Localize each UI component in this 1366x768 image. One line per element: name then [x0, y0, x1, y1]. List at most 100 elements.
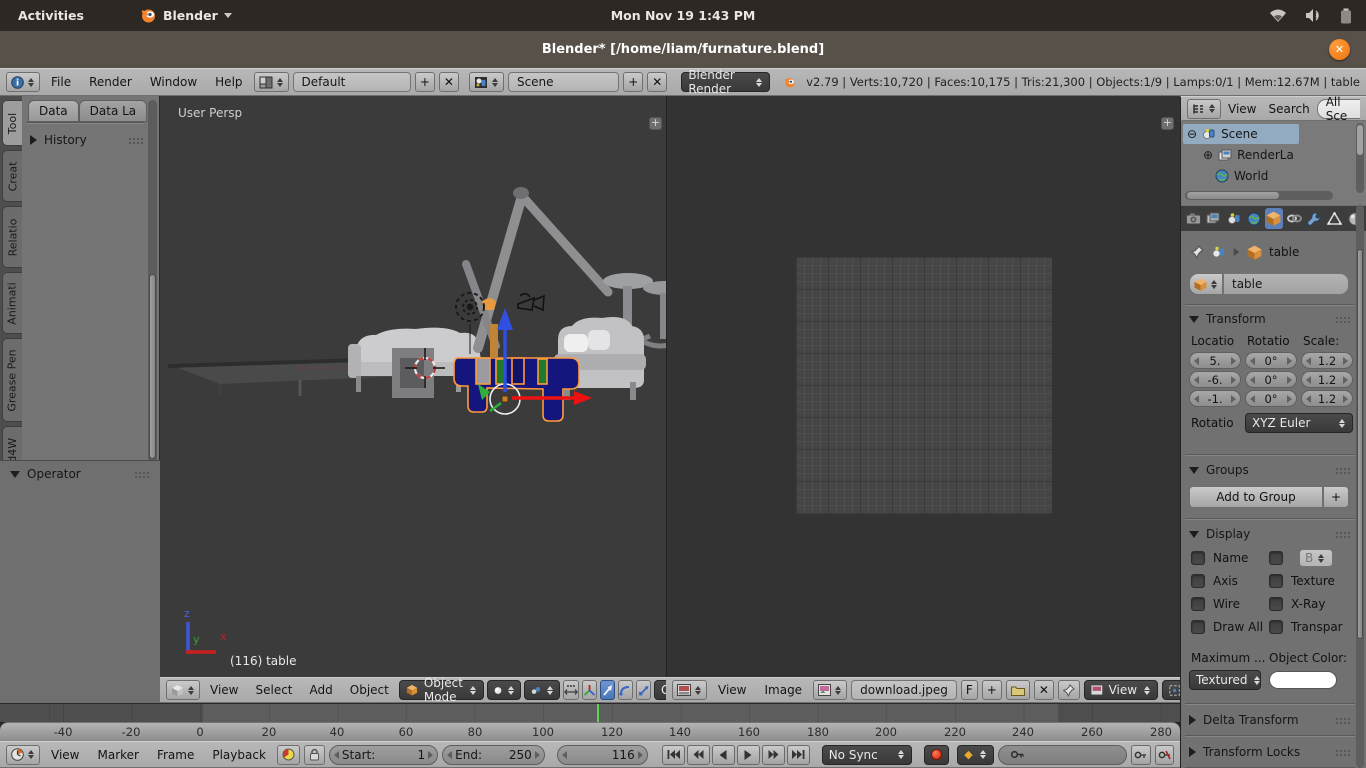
outliner-vscrollbar[interactable]	[1356, 123, 1364, 193]
checkbox-name-b[interactable]	[1269, 551, 1283, 565]
shelf-tab-relations[interactable]: Relatio	[2, 206, 22, 268]
menu-playback[interactable]: Playback	[205, 746, 273, 764]
manipulator-axes-button[interactable]	[582, 680, 597, 700]
checkbox-transparent[interactable]	[1269, 620, 1283, 634]
menu-view[interactable]: View	[203, 681, 245, 699]
play-button[interactable]	[737, 745, 760, 765]
tab-constraints[interactable]	[1285, 208, 1303, 229]
shelf-tab-grease-pencil[interactable]: Grease Pen	[2, 338, 22, 422]
insert-keyframe-button[interactable]	[1131, 745, 1150, 765]
lock-frame-range-button[interactable]	[304, 745, 325, 765]
panel-grip-icon[interactable]	[1335, 749, 1351, 756]
current-frame-field[interactable]: 116	[557, 745, 648, 765]
rotation-x[interactable]: 0°	[1245, 352, 1297, 369]
tab-world[interactable]	[1245, 208, 1263, 229]
next-keyframe-button[interactable]	[762, 745, 785, 765]
display-panel-header[interactable]: Display	[1189, 527, 1351, 541]
outliner-hscrollbar[interactable]	[1185, 191, 1333, 200]
menu-marker[interactable]: Marker	[90, 746, 145, 764]
location-z[interactable]: -1.	[1189, 390, 1241, 407]
operator-panel-header[interactable]: Operator	[10, 467, 150, 481]
tab-object-data[interactable]	[1326, 208, 1344, 229]
scene-browse-button[interactable]	[469, 72, 504, 92]
previous-keyframe-button[interactable]	[687, 745, 710, 765]
tab-data-la[interactable]: Data La	[79, 100, 148, 122]
screen-layout-delete-button[interactable]: ✕	[439, 72, 459, 92]
panel-grip-icon[interactable]	[134, 471, 150, 478]
menu-add[interactable]: Add	[303, 681, 340, 699]
shelf-tab-animation[interactable]: Animati	[2, 272, 22, 334]
collapse-toggle[interactable]: ⊖	[1187, 127, 1197, 141]
scale-z[interactable]: 1.2	[1301, 390, 1353, 407]
time-indicator-button[interactable]	[277, 745, 300, 765]
checkbox-axis[interactable]	[1191, 574, 1205, 588]
history-panel-header[interactable]: History	[30, 133, 144, 147]
delta-transform-header[interactable]: Delta Transform	[1189, 713, 1351, 727]
scene-delete-button[interactable]: ✕	[647, 72, 667, 92]
scale-y[interactable]: 1.2	[1301, 371, 1353, 388]
mode-select[interactable]: Object Mode	[399, 680, 484, 700]
object-id-button[interactable]	[1189, 273, 1223, 295]
rotation-mode-select[interactable]: XYZ Euler	[1245, 413, 1353, 433]
menu-view[interactable]: View	[1223, 100, 1261, 118]
scene-name-field[interactable]: Scene	[508, 72, 619, 92]
scene-breadcrumb-icon[interactable]	[1211, 245, 1226, 259]
location-x[interactable]: 5.	[1189, 352, 1241, 369]
close-button[interactable]: ✕	[1329, 39, 1350, 60]
menu-render[interactable]: Render	[82, 73, 139, 91]
groups-panel-header[interactable]: Groups	[1189, 463, 1351, 477]
battery-icon[interactable]	[1340, 8, 1352, 24]
image-open-button[interactable]	[1006, 680, 1030, 700]
panel-grip-icon[interactable]	[1335, 316, 1351, 323]
add-group-plus-button[interactable]: +	[1323, 486, 1349, 508]
tab-scene[interactable]	[1224, 208, 1242, 229]
tab-render[interactable]	[1184, 208, 1202, 229]
checkbox-wire[interactable]	[1191, 597, 1205, 611]
outliner-filter-select[interactable]: All Sce	[1317, 99, 1360, 119]
record-button[interactable]	[924, 745, 949, 765]
b-display-select[interactable]: B	[1299, 549, 1333, 567]
manipulator-scale-button[interactable]	[636, 680, 651, 700]
image-name-field[interactable]: download.jpeg	[851, 680, 957, 700]
manipulator-toggle-button[interactable]	[563, 680, 579, 700]
tab-data[interactable]: Data	[28, 100, 79, 122]
app-menu[interactable]: Blender	[140, 7, 232, 24]
pin-icon[interactable]	[1191, 245, 1204, 259]
timeline-track[interactable]	[0, 703, 1180, 722]
screen-layout-name-field[interactable]: Default	[293, 72, 411, 92]
viewport-3d[interactable]: User Persp +	[160, 96, 666, 677]
editor-type-timeline-button[interactable]	[6, 745, 40, 765]
panel-grip-icon[interactable]	[128, 137, 144, 144]
keying-set-select[interactable]: ◆	[957, 745, 993, 765]
menu-view[interactable]: View	[711, 681, 753, 699]
checkbox-texture[interactable]	[1269, 574, 1283, 588]
transform-locks-header[interactable]: Transform Locks	[1189, 745, 1351, 759]
image-editor-expand-button[interactable]: +	[1161, 117, 1174, 130]
properties-scrollbar[interactable]	[1356, 205, 1364, 768]
outliner-row-world[interactable]: World	[1181, 166, 1268, 186]
menu-window[interactable]: Window	[143, 73, 204, 91]
volume-icon[interactable]	[1305, 8, 1322, 23]
menu-view[interactable]: View	[44, 746, 86, 764]
panel-grip-icon[interactable]	[1335, 531, 1351, 538]
viewport-shading-select[interactable]	[487, 680, 521, 700]
tab-modifiers[interactable]	[1305, 208, 1323, 229]
menu-object[interactable]: Object	[343, 681, 396, 699]
image-pin-button[interactable]	[1058, 680, 1080, 700]
object-name-input[interactable]: table	[1223, 273, 1349, 295]
image-unlink-button[interactable]: ✕	[1034, 680, 1054, 700]
current-frame-cursor[interactable]	[597, 704, 599, 723]
screen-layout-add-button[interactable]: +	[415, 72, 435, 92]
tab-render-layers[interactable]	[1204, 208, 1222, 229]
add-to-group-button[interactable]: Add to Group	[1189, 486, 1323, 508]
tab-object[interactable]	[1265, 208, 1283, 229]
menu-search[interactable]: Search	[1263, 100, 1314, 118]
menu-select[interactable]: Select	[248, 681, 299, 699]
activities-button[interactable]: Activities	[10, 8, 92, 23]
jump-to-end-button[interactable]	[787, 745, 810, 765]
manipulator-translate-button[interactable]	[600, 680, 615, 700]
menu-help[interactable]: Help	[208, 73, 249, 91]
draw-type-select[interactable]: Textured	[1189, 670, 1261, 690]
scene-canvas[interactable]: z y x	[160, 96, 666, 677]
rotation-y[interactable]: 0°	[1245, 371, 1297, 388]
